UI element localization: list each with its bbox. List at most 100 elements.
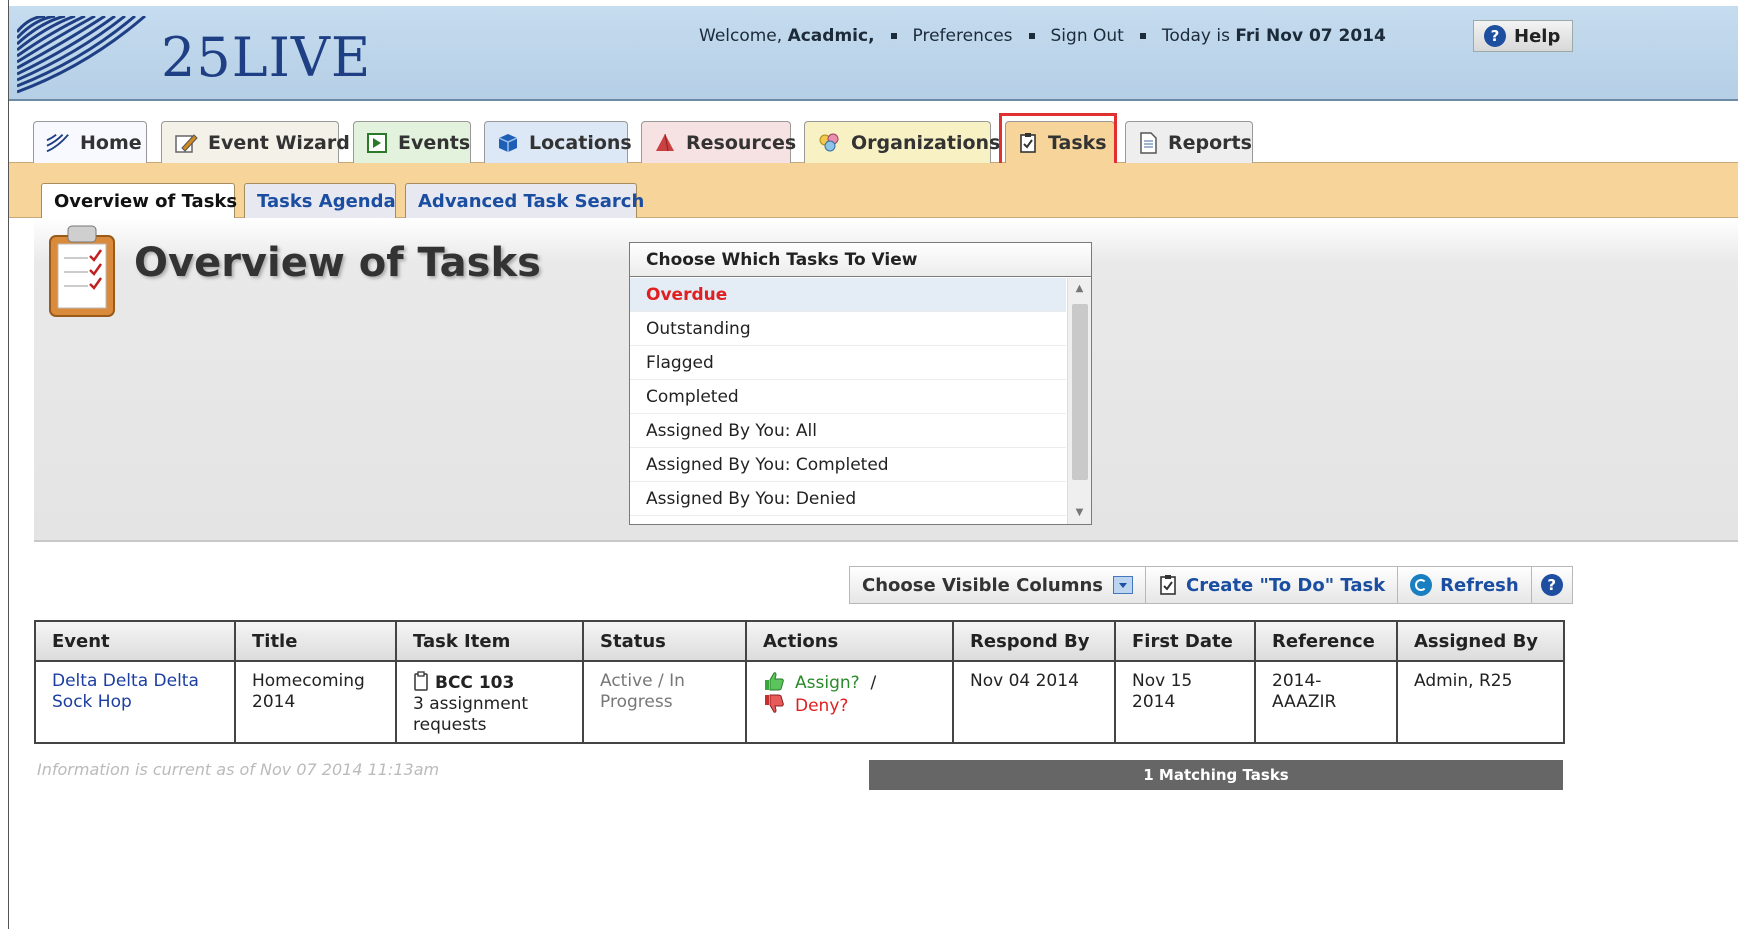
today-label: Today is [1161, 26, 1230, 46]
chooser-header: Choose Which Tasks To View [630, 243, 1091, 277]
table-toolbar: Choose Visible Columns Create "To Do" Ta… [849, 566, 1573, 604]
title-cell: Homecoming 2014 [252, 671, 365, 712]
tab-resources[interactable]: Resources [641, 121, 796, 163]
sub-nav: Overview of Tasks Tasks Agenda Advanced … [9, 163, 1738, 219]
tab-locations[interactable]: Locations [484, 121, 632, 163]
help-icon: ? [1540, 574, 1563, 596]
event-link[interactable]: Delta Delta Delta Sock Hop [52, 671, 199, 712]
subtab-advanced-task-search[interactable]: Advanced Task Search [405, 183, 644, 218]
welcome-label: Welcome, [699, 26, 783, 46]
chooser-scrollbar[interactable]: ▲ ▼ [1067, 278, 1091, 524]
thumbs-down-icon[interactable] [763, 694, 785, 714]
scroll-up-icon[interactable]: ▲ [1068, 278, 1091, 300]
chooser-item-flagged[interactable]: Flagged [630, 346, 1066, 380]
document-icon [1138, 131, 1158, 154]
tab-home-label: Home [80, 131, 142, 154]
col-header-reference[interactable]: Reference [1254, 620, 1398, 662]
table-row: Delta Delta Delta Sock Hop Homecoming 20… [34, 660, 1565, 744]
cube-icon [497, 133, 519, 153]
tab-locations-label: Locations [529, 131, 632, 154]
dropdown-arrow-icon [1113, 576, 1133, 594]
assigned-by-cell: Admin, R25 [1414, 671, 1513, 691]
chooser-item-completed[interactable]: Completed [630, 380, 1066, 414]
separator-dot [1028, 33, 1035, 39]
action-separator: / [870, 673, 877, 693]
chooser-item-assigned-completed[interactable]: Assigned By You: Completed [630, 448, 1066, 482]
col-header-task-item[interactable]: Task Item [395, 620, 584, 662]
first-date-cell: Nov 15 2014 [1132, 671, 1193, 712]
col-header-assigned-by[interactable]: Assigned By [1396, 620, 1565, 662]
task-item-detail: 3 assignment requests [413, 694, 529, 735]
clipboard-check-icon [1158, 574, 1178, 596]
scroll-thumb[interactable] [1072, 304, 1088, 480]
user-name: Acadmic, [787, 26, 875, 46]
status-cell: Active / In Progress [600, 671, 685, 712]
tab-events-label: Events [398, 131, 471, 154]
tasks-table: Event Title Task Item Status Actions Res… [34, 620, 1565, 744]
overview-panel: Overview of Tasks Choose Which Tasks To … [34, 218, 1738, 542]
help-label: Help [1514, 25, 1561, 47]
pyramid-icon [654, 133, 676, 153]
subtab-overview-of-tasks[interactable]: Overview of Tasks [41, 183, 238, 219]
tab-event-wizard-label: Event Wizard [208, 131, 350, 154]
tab-organizations-label: Organizations [851, 131, 1001, 154]
assign-action[interactable]: Assign? [795, 673, 860, 693]
sign-out-link[interactable]: Sign Out [1051, 26, 1124, 46]
subtab-tasks-agenda[interactable]: Tasks Agenda [244, 183, 396, 218]
logo-text: 25LIVE [161, 26, 372, 89]
subtab-advanced-label: Advanced Task Search [418, 190, 645, 212]
tab-organizations[interactable]: Organizations [804, 121, 1000, 163]
separator-dot [890, 33, 897, 39]
col-header-status[interactable]: Status [582, 620, 747, 662]
refresh-label: Refresh [1440, 574, 1519, 596]
tab-reports-label: Reports [1168, 131, 1252, 154]
refresh-icon [1410, 574, 1433, 596]
chooser-item-assigned-denied[interactable]: Assigned By You: Denied [630, 482, 1066, 516]
tab-resources-label: Resources [686, 131, 797, 154]
create-todo-label: Create "To Do" Task [1186, 574, 1386, 596]
events-icon [366, 132, 388, 153]
info-current-note: Information is current as of Nov 07 2014… [37, 760, 440, 779]
separator-dot [1139, 33, 1146, 39]
main-nav: Home Event Wizard Events Locations Resou… [9, 101, 1738, 173]
home-icon [46, 133, 70, 153]
preferences-link[interactable]: Preferences [913, 26, 1013, 46]
col-header-title[interactable]: Title [234, 620, 397, 662]
col-header-actions[interactable]: Actions [745, 620, 954, 662]
col-header-event[interactable]: Event [34, 620, 236, 662]
task-item-name[interactable]: BCC 103 [435, 673, 514, 693]
create-todo-task-button[interactable]: Create "To Do" Task [1146, 567, 1399, 603]
app-window: 25LIVE Welcome, Acadmic, Preferences Sig… [8, 0, 1738, 929]
tab-event-wizard[interactable]: Event Wizard [161, 121, 350, 163]
thumbs-up-icon[interactable] [763, 671, 785, 691]
chooser-list[interactable]: Overdue Outstanding Flagged Completed As… [630, 278, 1066, 516]
col-header-first-date[interactable]: First Date [1114, 620, 1256, 662]
matching-tasks-bar: 1 Matching Tasks [869, 760, 1563, 790]
choose-columns-label: Choose Visible Columns [862, 574, 1103, 596]
tab-home[interactable]: Home [33, 121, 147, 163]
deny-action[interactable]: Deny? [795, 696, 848, 716]
pencil-note-icon [174, 133, 198, 153]
page-title: Overview of Tasks [134, 240, 541, 286]
tab-reports[interactable]: Reports [1125, 121, 1253, 163]
chooser-item-overdue[interactable]: Overdue [630, 278, 1066, 312]
col-header-respond-by[interactable]: Respond By [952, 620, 1116, 662]
help-icon: ? [1484, 25, 1506, 47]
clipboard-icon [46, 222, 118, 323]
refresh-button[interactable]: Refresh [1398, 567, 1532, 603]
scroll-down-icon[interactable]: ▼ [1068, 502, 1091, 524]
reference-cell: 2014-AAAZIR [1272, 671, 1337, 712]
chooser-item-outstanding[interactable]: Outstanding [630, 312, 1066, 346]
tab-events[interactable]: Events [353, 121, 471, 163]
choose-visible-columns-button[interactable]: Choose Visible Columns [850, 567, 1146, 603]
subtab-overview-label: Overview of Tasks [54, 191, 238, 212]
logo[interactable]: 25LIVE [17, 16, 417, 96]
header: 25LIVE Welcome, Acadmic, Preferences Sig… [9, 6, 1738, 101]
table-header-row: Event Title Task Item Status Actions Res… [34, 620, 1565, 662]
toolbar-help-button[interactable]: ? [1532, 567, 1572, 603]
today-date: Fri Nov 07 2014 [1235, 26, 1386, 46]
top-bar: Welcome, Acadmic, Preferences Sign Out T… [699, 26, 1386, 46]
clipboard-icon [413, 671, 429, 691]
help-button[interactable]: ? Help [1473, 20, 1573, 52]
chooser-item-assigned-all[interactable]: Assigned By You: All [630, 414, 1066, 448]
